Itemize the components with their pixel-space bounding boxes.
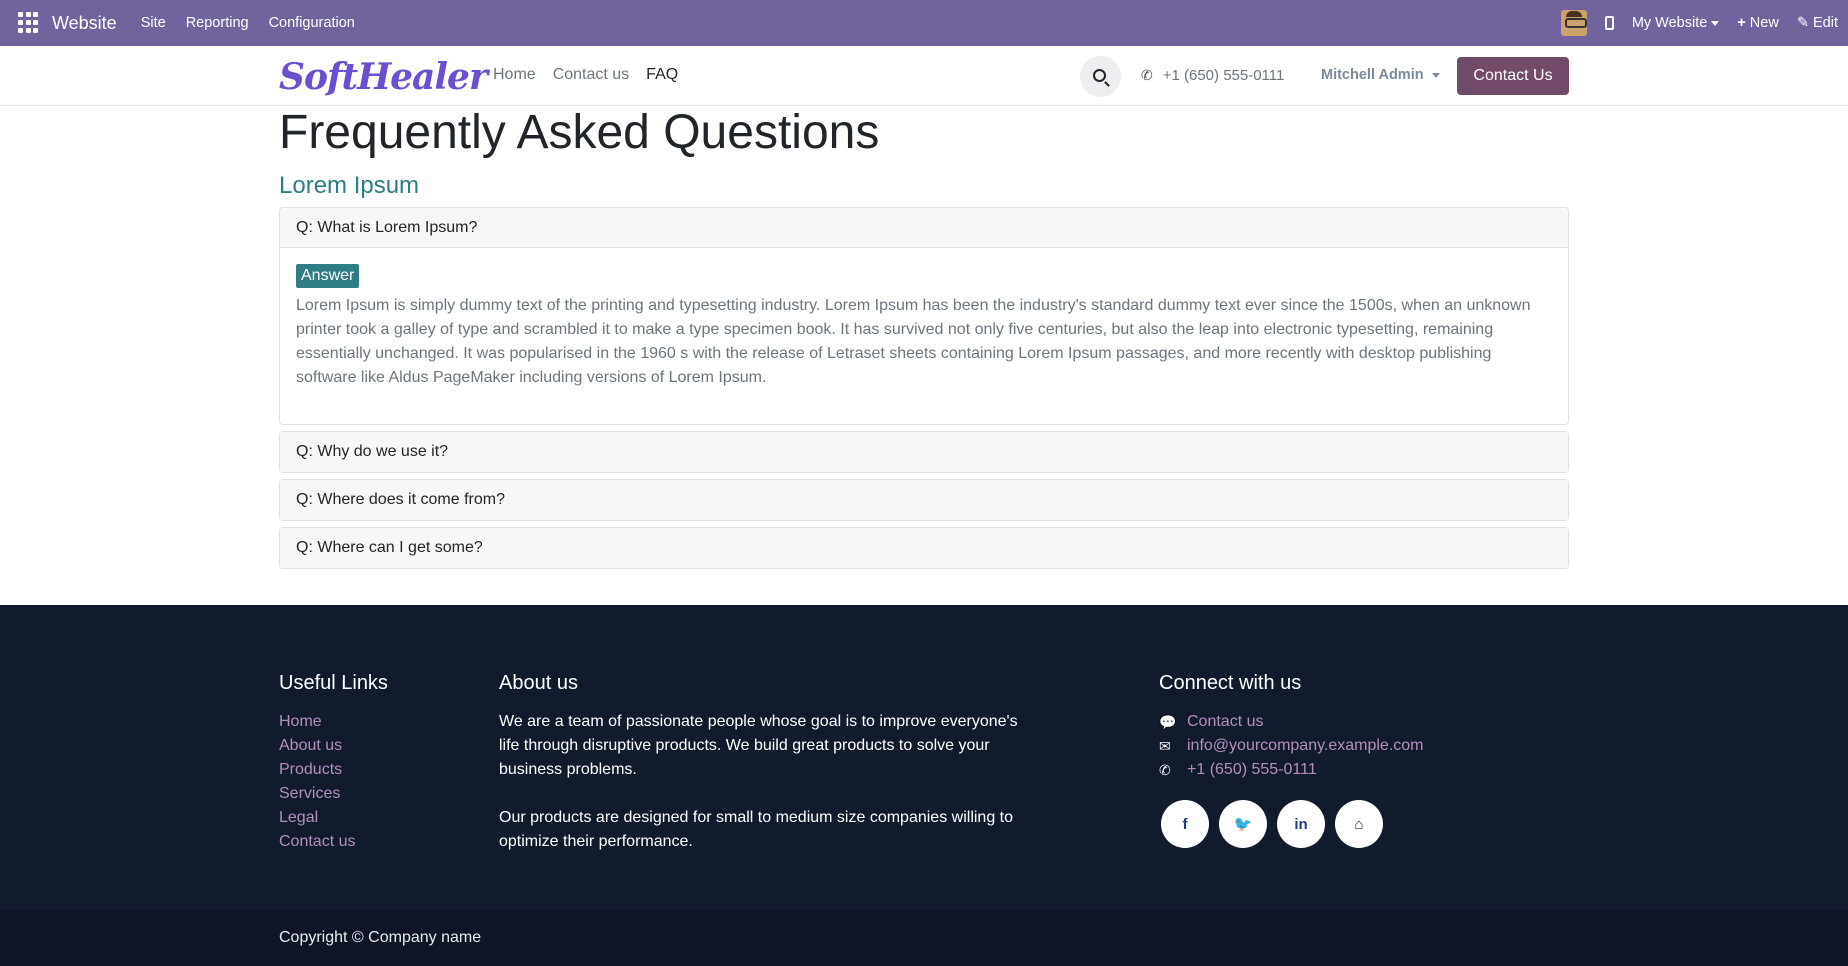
edit-button[interactable]: ✎ Edit	[1797, 15, 1838, 31]
menu-configuration[interactable]: Configuration	[269, 15, 355, 31]
site-logo[interactable]: SoftHealer	[279, 56, 488, 98]
useful-links-title: Useful Links	[279, 672, 388, 694]
menu-reporting[interactable]: Reporting	[186, 15, 249, 31]
new-label: New	[1749, 15, 1779, 31]
footer-link-about[interactable]: About us	[279, 734, 355, 758]
connect-contact-label: Contact us	[1187, 713, 1264, 730]
app-name[interactable]: Website	[52, 13, 117, 34]
footer-link-products[interactable]: Products	[279, 758, 355, 782]
main-nav: Home Contact us FAQ	[493, 66, 678, 84]
page-title: Frequently Asked Questions	[279, 106, 880, 159]
faq-question[interactable]: Q: Where does it come from?	[280, 480, 1568, 520]
footer-link-services[interactable]: Services	[279, 782, 355, 806]
nav-home[interactable]: Home	[493, 66, 536, 84]
connect-phone-label: +1 (650) 555-0111	[1187, 761, 1317, 778]
admin-bar: Website Site Reporting Configuration My …	[0, 0, 1848, 46]
contact-us-button[interactable]: Contact Us	[1457, 57, 1569, 95]
chevron-down-icon	[1431, 72, 1440, 78]
site-header: SoftHealer Home Contact us FAQ ✆ +1 (650…	[0, 46, 1848, 106]
faq-question[interactable]: Q: Where can I get some?	[280, 528, 1568, 568]
mobile-preview-icon[interactable]	[1604, 16, 1614, 30]
section-title: Lorem Ipsum	[279, 172, 420, 199]
user-avatar[interactable]	[1560, 10, 1587, 36]
envelope-icon: ✉	[1159, 737, 1171, 754]
nav-contact-us[interactable]: Contact us	[553, 66, 629, 84]
search-icon	[1093, 69, 1106, 82]
connect-email[interactable]: ✉ info@yourcompany.example.com	[1159, 734, 1424, 758]
comment-icon: 💬	[1159, 713, 1177, 730]
connect-title: Connect with us	[1159, 672, 1302, 694]
search-button[interactable]	[1080, 56, 1121, 97]
phone-icon: ✆	[1159, 761, 1171, 778]
home-icon[interactable]: ⌂	[1335, 800, 1383, 848]
copyright-bar: Copyright © Company name	[0, 910, 1848, 966]
about-paragraph-2: Our products are designed for small to m…	[499, 809, 1014, 850]
phone-icon: ✆	[1141, 67, 1153, 83]
answer-badge: Answer	[296, 264, 360, 288]
linkedin-icon[interactable]: in	[1277, 800, 1325, 848]
faq-item: Q: What is Lorem Ipsum? Answer Lorem Ips…	[279, 207, 1569, 425]
nav-faq[interactable]: FAQ	[646, 66, 678, 84]
plus-icon: +	[1737, 15, 1746, 31]
footer-link-legal[interactable]: Legal	[279, 806, 355, 830]
website-switcher[interactable]: My Website	[1631, 15, 1720, 31]
footer-link-home[interactable]: Home	[279, 710, 355, 734]
connect-contact-us[interactable]: 💬 Contact us	[1159, 710, 1424, 734]
faq-item: Q: Why do we use it?	[279, 431, 1569, 473]
about-title: About us	[499, 672, 578, 694]
new-button[interactable]: + New	[1737, 15, 1779, 31]
edit-label: Edit	[1813, 15, 1838, 31]
header-phone-number: +1 (650) 555-0111	[1162, 67, 1285, 84]
website-switcher-label: My Website	[1631, 15, 1708, 31]
facebook-icon[interactable]: f	[1161, 800, 1209, 848]
user-name: Mitchell Admin	[1321, 67, 1424, 83]
faq-answer: Answer Lorem Ipsum is simply dummy text …	[280, 248, 1568, 424]
useful-links-list: Home About us Products Services Legal Co…	[279, 710, 355, 854]
about-paragraph-1: We are a team of passionate people whose…	[499, 713, 1018, 778]
faq-item: Q: Where can I get some?	[279, 527, 1569, 569]
social-links: f 🐦 in ⌂	[1161, 800, 1383, 848]
apps-menu-icon[interactable]	[18, 12, 40, 34]
connect-phone[interactable]: ✆ +1 (650) 555-0111	[1159, 758, 1424, 782]
connect-list: 💬 Contact us ✉ info@yourcompany.example.co…	[1159, 710, 1424, 782]
user-menu[interactable]: Mitchell Admin	[1321, 67, 1440, 83]
connect-email-label: info@yourcompany.example.com	[1187, 737, 1424, 754]
chevron-down-icon	[1711, 20, 1720, 26]
footer-link-contact[interactable]: Contact us	[279, 830, 355, 854]
copyright-text: Copyright © Company name	[279, 929, 482, 946]
menu-site[interactable]: Site	[141, 15, 166, 31]
pencil-icon: ✎	[1796, 15, 1809, 31]
faq-accordion: Q: What is Lorem Ipsum? Answer Lorem Ips…	[279, 207, 1569, 575]
faq-item: Q: Where does it come from?	[279, 479, 1569, 521]
answer-text: Lorem Ipsum is simply dummy text of the …	[296, 297, 1531, 386]
faq-question[interactable]: Q: What is Lorem Ipsum?	[280, 208, 1568, 248]
header-phone[interactable]: ✆ +1 (650) 555-0111	[1141, 67, 1284, 84]
twitter-icon[interactable]: 🐦	[1219, 800, 1267, 848]
faq-question[interactable]: Q: Why do we use it?	[280, 432, 1568, 472]
footer: Useful Links Home About us Products Serv…	[0, 605, 1848, 910]
